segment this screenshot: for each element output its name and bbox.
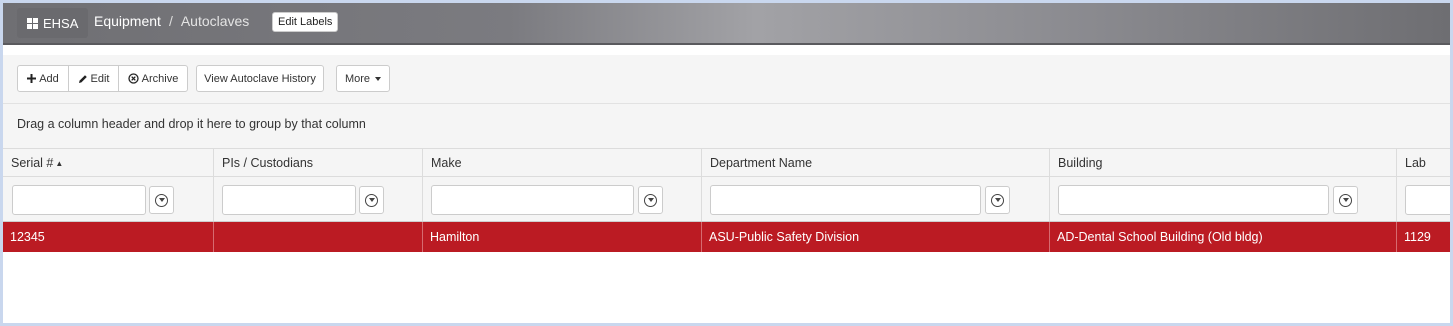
grid-icon	[27, 17, 38, 29]
filter-input-department[interactable]	[710, 185, 981, 215]
breadcrumb: Equipment / Autoclaves	[94, 13, 249, 29]
filter-cell-make	[422, 177, 701, 221]
cell-pis	[213, 222, 422, 252]
filter-input-lab[interactable]	[1405, 185, 1450, 215]
edit-button-label: Edit	[90, 72, 110, 85]
filter-button-serial[interactable]	[149, 186, 174, 214]
sort-ascending-icon: ▲	[55, 159, 64, 168]
view-history-button[interactable]: View Autoclave History	[196, 65, 324, 92]
column-header-make[interactable]: Make	[422, 149, 701, 176]
column-header-serial[interactable]: Serial # ▲	[3, 149, 213, 176]
add-button-label: Add	[39, 72, 59, 85]
filter-cell-department	[701, 177, 1049, 221]
more-button-label: More	[344, 72, 371, 85]
breadcrumb-current: Autoclaves	[180, 13, 250, 29]
column-header-department[interactable]: Department Name	[701, 149, 1049, 176]
app-window: EHSA Equipment / Autoclaves Edit Labels …	[3, 3, 1450, 323]
plus-icon	[27, 74, 37, 83]
cell-building: AD-Dental School Building (Old bldg)	[1049, 222, 1396, 252]
filter-icon	[991, 193, 1004, 207]
cell-lab: 1129	[1396, 222, 1450, 252]
filter-input-building[interactable]	[1058, 185, 1329, 215]
filter-icon	[644, 193, 657, 207]
archive-button[interactable]: Archive	[118, 65, 188, 92]
edit-labels-button[interactable]: Edit Labels	[272, 12, 339, 32]
filter-button-make[interactable]	[638, 186, 663, 214]
filter-input-serial[interactable]	[12, 185, 146, 215]
filter-icon	[155, 193, 168, 207]
filter-icon	[365, 193, 378, 207]
table-row[interactable]: 12345 Hamilton ASU-Public Safety Divisio…	[3, 222, 1450, 252]
column-header-serial-label: Serial #	[11, 156, 54, 170]
circle-x-icon	[128, 73, 139, 84]
cell-department: ASU-Public Safety Division	[701, 222, 1049, 252]
brand-label: EHSA	[43, 15, 79, 31]
edit-button[interactable]: Edit	[68, 65, 119, 92]
top-navbar: EHSA Equipment / Autoclaves Edit Labels	[3, 3, 1450, 45]
column-header-lab[interactable]: Lab	[1396, 149, 1450, 176]
filter-cell-building	[1049, 177, 1396, 221]
cell-make: Hamilton	[422, 222, 701, 252]
toolbar: Add Edit Archive View Autoclave History …	[3, 55, 1450, 104]
column-header-pis[interactable]: PIs / Custodians	[213, 149, 422, 176]
group-panel-hint: Drag a column header and drop it here to…	[17, 117, 366, 131]
cell-serial: 12345	[10, 230, 45, 244]
column-header-building[interactable]: Building	[1049, 149, 1396, 176]
filter-button-building[interactable]	[1333, 186, 1358, 214]
filter-button-department[interactable]	[985, 186, 1010, 214]
filter-button-pis[interactable]	[359, 186, 384, 214]
grid-filter-row	[3, 177, 1450, 222]
filter-input-make[interactable]	[431, 185, 634, 215]
breadcrumb-equipment[interactable]: Equipment	[94, 13, 161, 29]
filter-input-pis[interactable]	[222, 185, 356, 215]
breadcrumb-separator: /	[168, 13, 173, 29]
add-button[interactable]: Add	[17, 65, 69, 92]
group-drop-area[interactable]: Drag a column header and drop it here to…	[3, 104, 1450, 149]
archive-button-label: Archive	[141, 72, 179, 85]
more-dropdown-button[interactable]: More	[336, 65, 390, 92]
brand-button[interactable]: EHSA	[17, 8, 89, 38]
filter-cell-lab	[1396, 177, 1450, 221]
filter-cell-serial	[3, 177, 213, 221]
filter-icon	[1339, 193, 1352, 207]
filter-cell-pis	[213, 177, 422, 221]
caret-down-icon	[375, 76, 382, 81]
grid-header-row: Serial # ▲ PIs / Custodians Make Departme…	[3, 149, 1450, 177]
pencil-icon	[78, 74, 87, 83]
